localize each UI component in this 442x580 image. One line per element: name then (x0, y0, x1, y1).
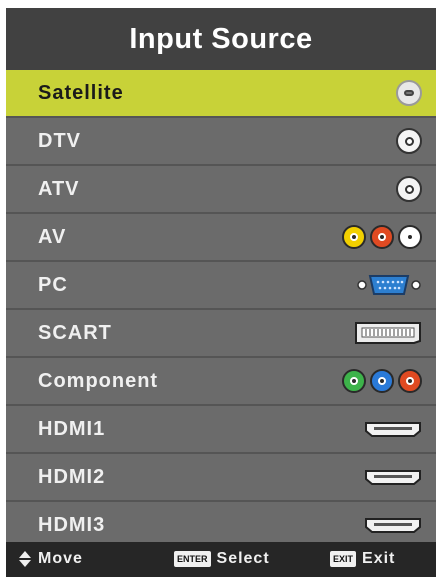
enter-key-icon: ENTER (174, 551, 211, 567)
exit-label: Exit (362, 550, 396, 567)
source-label: ATV (38, 178, 80, 200)
rca-component-connector-icon (342, 369, 422, 393)
source-label: Satellite (38, 82, 124, 104)
exit-hint: EXIT Exit (330, 550, 395, 568)
menu-title: Input Source (6, 8, 436, 70)
source-label: PC (38, 274, 68, 296)
move-hint: Move (18, 550, 83, 568)
move-label: Move (38, 550, 83, 567)
source-item-scart[interactable]: SCART (6, 310, 436, 358)
source-label: HDMI2 (38, 466, 106, 488)
source-label: AV (38, 226, 67, 248)
exit-key-icon: EXIT (330, 551, 357, 567)
source-item-component[interactable]: Component (6, 358, 436, 406)
vga-connector-icon (356, 272, 422, 298)
hdmi-connector-icon (364, 420, 422, 438)
source-list: Satellite DTV ATV AV PC SCART Component … (6, 70, 436, 550)
source-label: HDMI3 (38, 514, 106, 536)
hdmi-connector-icon (364, 468, 422, 486)
source-label: DTV (38, 130, 81, 152)
source-item-satellite[interactable]: Satellite (6, 70, 436, 118)
input-source-menu: Input Source Satellite DTV ATV AV PC SCA… (6, 8, 436, 577)
source-label: Component (38, 370, 159, 392)
source-item-dtv[interactable]: DTV (6, 118, 436, 166)
footer-hint-bar: Move ENTER Select EXIT Exit (6, 542, 436, 577)
source-item-pc[interactable]: PC (6, 262, 436, 310)
source-label: SCART (38, 322, 112, 344)
up-down-arrow-icon (19, 551, 31, 567)
source-item-av[interactable]: AV (6, 214, 436, 262)
source-item-atv[interactable]: ATV (6, 166, 436, 214)
select-hint: ENTER Select (174, 550, 270, 568)
antenna-connector-icon (396, 176, 422, 202)
hdmi-connector-icon (364, 516, 422, 534)
source-item-hdmi2[interactable]: HDMI2 (6, 454, 436, 502)
antenna-connector-icon (396, 128, 422, 154)
scart-connector-icon (354, 321, 422, 345)
rca-composite-connector-icon (342, 225, 422, 249)
select-label: Select (216, 550, 270, 567)
antenna-connector-icon (396, 80, 422, 106)
source-label: HDMI1 (38, 418, 106, 440)
source-item-hdmi1[interactable]: HDMI1 (6, 406, 436, 454)
